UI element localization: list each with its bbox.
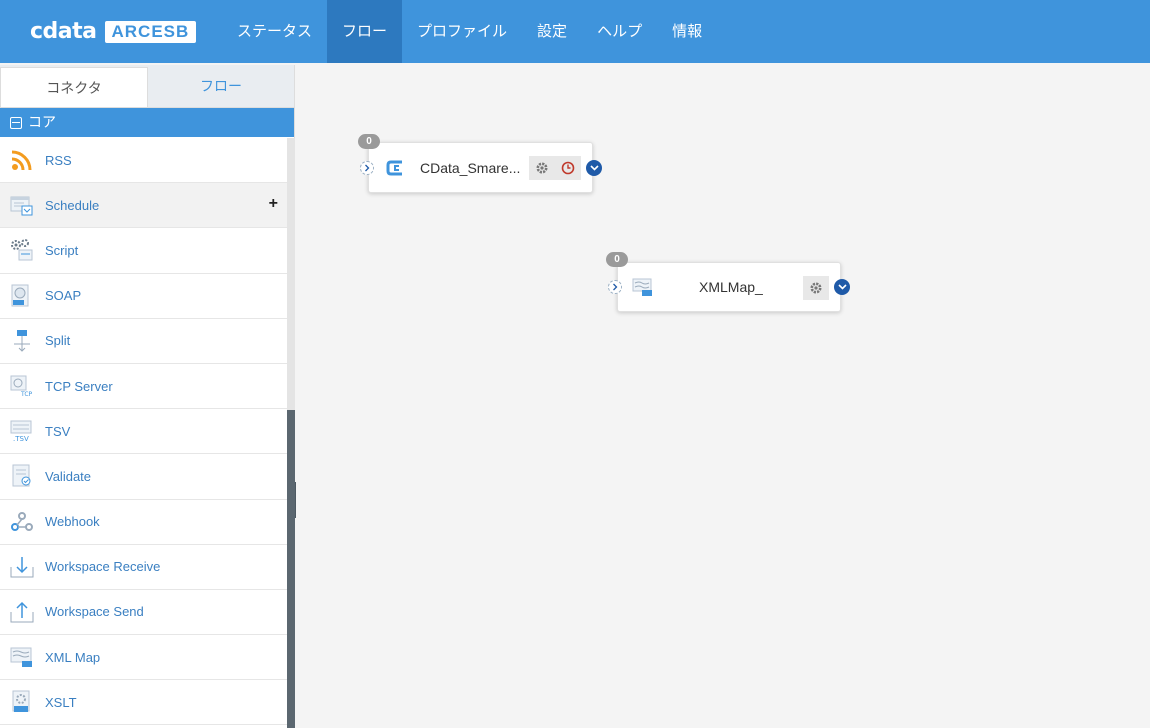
node-output-port[interactable] (834, 279, 850, 295)
list-item-xslt[interactable]: XSLT (0, 680, 287, 726)
gear-icon (536, 162, 548, 174)
list-item-label: RSS (45, 152, 72, 168)
list-item-label: TCP Server (45, 378, 113, 394)
group-label: コア (28, 114, 56, 130)
chevron-down-icon (589, 165, 599, 171)
webhook-icon (10, 510, 34, 534)
list-item-script[interactable]: Script (0, 228, 287, 274)
node-settings-button[interactable] (803, 276, 829, 300)
validate-icon (10, 464, 34, 488)
list-item-workspace-receive[interactable]: Workspace Receive (0, 545, 287, 590)
logo-cdata-text: cdata (30, 19, 97, 44)
list-item-schedule[interactable]: Schedule + (0, 183, 287, 229)
list-item-label: Split (45, 333, 71, 349)
nav-flows[interactable]: フロー (327, 0, 403, 63)
node-message-count-badge: 0 (606, 252, 628, 267)
list-item-xml-map[interactable]: XML Map (0, 635, 287, 681)
list-item-label: XML Map (45, 649, 101, 665)
list-item-label: SOAP (45, 288, 82, 304)
list-item-validate[interactable]: Validate (0, 454, 287, 500)
collapse-group-icon[interactable] (10, 116, 22, 129)
list-item-rss[interactable]: RSS (0, 138, 287, 184)
group-header-core[interactable]: コア (0, 108, 294, 137)
logo[interactable]: cdata ARCESB (30, 19, 197, 44)
node-label[interactable]: CData_Smare... (420, 160, 520, 176)
nav-info[interactable]: 情報 (657, 0, 717, 63)
node-input-port[interactable] (360, 161, 374, 175)
list-item-split[interactable]: Split (0, 319, 287, 364)
workspace-send-icon (10, 600, 34, 624)
rss-icon (10, 148, 34, 172)
workspace-receive-icon (10, 555, 34, 579)
list-item-workspace-send[interactable]: Workspace Send (0, 590, 287, 636)
gear-icon (810, 282, 822, 294)
list-item-label: TSV (45, 423, 71, 439)
list-item-label: Workspace Send (45, 604, 144, 620)
list-item-label: XSLT (45, 694, 77, 710)
xml-map-icon (10, 645, 34, 669)
chevron-down-icon (837, 284, 847, 290)
node-output-port[interactable] (586, 160, 602, 176)
list-item-label: Script (45, 242, 79, 258)
logo-product-text: ARCESB (104, 21, 197, 43)
list-item-tcp-server[interactable]: TCP TCP Server (0, 364, 287, 410)
svg-text:TCP: TCP (20, 391, 33, 398)
node-input-port[interactable] (608, 280, 622, 294)
sidebar-tabs: コネクタ フロー (0, 65, 294, 108)
soap-icon (10, 284, 34, 308)
clock-icon (561, 161, 575, 175)
list-item-label: Workspace Receive (45, 559, 161, 575)
tab-flows[interactable]: フロー (148, 65, 294, 107)
chevron-right-icon (365, 164, 370, 172)
sidebar-scrollbar-thumb[interactable] (287, 410, 295, 728)
svg-text:.TSV: .TSV (13, 435, 29, 443)
node-settings-button[interactable] (529, 156, 555, 180)
main-nav: ステータス フロー プロファイル 設定 ヘルプ 情報 (222, 0, 717, 63)
connector-list: RSS Schedule + Script SOAP Split TCP TCP… (0, 138, 287, 728)
split-icon (10, 329, 34, 353)
list-item-label: Schedule (45, 197, 100, 213)
cdata-connector-icon (386, 159, 406, 177)
schedule-icon (10, 193, 34, 217)
add-connector-button[interactable]: + (269, 195, 278, 213)
nav-settings[interactable]: 設定 (522, 0, 582, 63)
chevron-right-icon (613, 283, 618, 291)
tcp-server-icon: TCP (10, 374, 34, 398)
nav-help[interactable]: ヘルプ (582, 0, 657, 63)
tab-connectors[interactable]: コネクタ (0, 67, 148, 107)
node-schedule-button[interactable] (555, 156, 581, 180)
list-item-webhook[interactable]: Webhook (0, 500, 287, 545)
script-icon (10, 238, 34, 262)
top-navbar: cdata ARCESB ステータス フロー プロファイル 設定 ヘルプ 情報 (0, 0, 1150, 63)
node-label[interactable]: XMLMap_ (699, 279, 763, 295)
node-message-count-badge: 0 (358, 134, 380, 149)
nav-status[interactable]: ステータス (222, 0, 327, 63)
connector-sidebar: コネクタ フロー コア RSS Schedule + Script SOAP S… (0, 65, 295, 728)
xml-map-icon (632, 277, 654, 297)
list-item-soap[interactable]: SOAP (0, 274, 287, 319)
list-item-label: Webhook (45, 514, 100, 530)
tsv-icon: .TSV (10, 419, 34, 443)
xslt-icon (10, 690, 34, 714)
nav-profile[interactable]: プロファイル (402, 0, 522, 63)
list-item-tsv[interactable]: .TSV TSV (0, 409, 287, 455)
list-item-label: Validate (45, 468, 92, 484)
